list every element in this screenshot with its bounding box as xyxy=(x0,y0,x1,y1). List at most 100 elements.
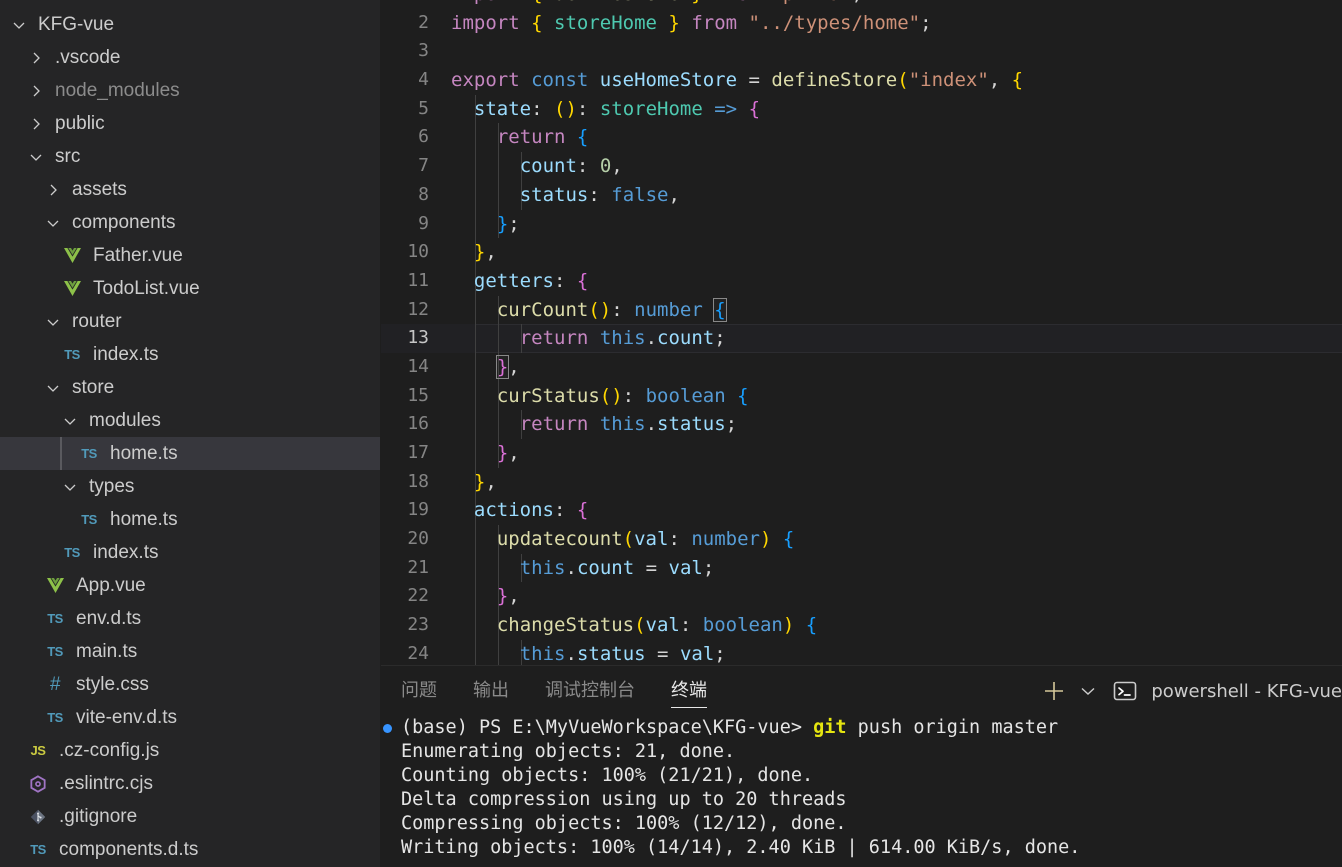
tree-item-label: .cz-config.js xyxy=(59,739,160,761)
code-line[interactable]: 17 }, xyxy=(381,439,1342,468)
code-line[interactable]: 4 export const useHomeStore = defineStore… xyxy=(381,66,1342,95)
tree-folder-store[interactable]: store xyxy=(0,371,381,404)
tree-twisty[interactable] xyxy=(25,146,47,168)
line-content: }, xyxy=(473,241,497,264)
tree-folder-vscode[interactable]: .vscode xyxy=(0,41,381,74)
code-line[interactable]: 22 }, xyxy=(381,582,1342,612)
line-content: getters: { xyxy=(473,269,589,292)
tree-folder-src[interactable]: src xyxy=(0,140,381,173)
code-line[interactable]: 10 }, xyxy=(381,238,1342,267)
line-content: this.status = val; xyxy=(519,642,726,665)
line-number: 13 xyxy=(407,327,429,349)
tree-item-label: .eslintrc.cjs xyxy=(59,772,153,794)
terminal-output[interactable]: (base) PS E:\MyVueWorkspace\KFG-vue> git… xyxy=(381,716,1342,860)
sidebar-scrollbar[interactable] xyxy=(371,0,381,867)
tree-file-homets[interactable]: TS home.ts xyxy=(0,437,381,470)
new-terminal-button[interactable] xyxy=(1037,674,1071,708)
tree-twisty[interactable] xyxy=(25,80,47,102)
main-area: 1import { defineStore } from "pinia"; 2 im… xyxy=(381,0,1342,867)
tree-twisty[interactable] xyxy=(42,179,64,201)
line-number: 3 xyxy=(418,40,429,62)
tree-folder-nodemodules[interactable]: node_modules xyxy=(0,74,381,107)
tree-folder-components[interactable]: components xyxy=(0,206,381,239)
panel-tab-2[interactable]: 调试控制台 xyxy=(545,666,635,716)
tree-twisty[interactable] xyxy=(59,476,81,498)
code-line[interactable]: 14 }, xyxy=(381,352,1342,382)
code-line[interactable]: 1import { defineStore } from "pinia"; xyxy=(381,0,1342,9)
tree-file-gitignore[interactable]: .gitignore xyxy=(0,800,381,833)
tree-twisty[interactable] xyxy=(25,47,47,69)
tree-folder-types[interactable]: types xyxy=(0,470,381,503)
tree-file-indexts[interactable]: TS index.ts xyxy=(0,338,381,371)
chevron-right-icon xyxy=(50,184,57,195)
code-line[interactable]: 18 }, xyxy=(381,467,1342,497)
tree-twisty[interactable] xyxy=(42,212,64,234)
tree-folder-router[interactable]: router xyxy=(0,305,381,338)
code-line[interactable]: 15 curStatus(): boolean { xyxy=(381,381,1342,411)
tree-twisty[interactable] xyxy=(25,113,47,135)
tree-file-fathervue[interactable]: Father.vue xyxy=(0,239,381,272)
tree-twisty[interactable] xyxy=(59,410,81,432)
new-terminal-dropdown-button[interactable] xyxy=(1071,674,1105,708)
code-line[interactable]: 7 count: 0, xyxy=(381,152,1342,181)
line-number: 15 xyxy=(407,384,429,406)
tree-folder-public[interactable]: public xyxy=(0,107,381,140)
tree-file-viteenvdts[interactable]: TS vite-env.d.ts xyxy=(0,701,381,734)
panel-tab-1[interactable]: 输出 xyxy=(473,666,509,716)
tree-file-todolistvue[interactable]: TodoList.vue xyxy=(0,272,381,305)
code-line[interactable]: 5 state: (): storeHome => { xyxy=(381,94,1342,124)
typescript-file-icon: TS xyxy=(81,512,97,527)
tree-item-label: components.d.ts xyxy=(59,838,199,860)
tree-item-label: KFG-vue xyxy=(38,13,115,35)
tree-file-czconfigjs[interactable]: JS .cz-config.js xyxy=(0,734,381,767)
panel-tab-0[interactable]: 问题 xyxy=(401,666,437,716)
code-editor[interactable]: 1import { defineStore } from "pinia"; 2 im… xyxy=(381,0,1342,665)
line-number: 10 xyxy=(407,241,429,263)
tree-folder-assets[interactable]: assets xyxy=(0,173,381,206)
code-line[interactable]: 24 this.status = val; xyxy=(381,639,1342,665)
line-content: curStatus(): boolean { xyxy=(496,384,749,407)
tree-folder-vscode[interactable]: .vscode xyxy=(0,0,381,8)
tree-item-label: style.css xyxy=(76,673,149,695)
typescript-file-icon: TS xyxy=(81,446,97,461)
tree-item-label: router xyxy=(72,310,122,332)
code-line[interactable]: 16 return this.status; xyxy=(381,410,1342,439)
tree-file-envdts[interactable]: TS env.d.ts xyxy=(0,602,381,635)
line-content: updatecount(val: number) { xyxy=(496,528,795,551)
javascript-file-icon: JS xyxy=(30,743,46,758)
tree-file-maints[interactable]: TS main.ts xyxy=(0,635,381,668)
tree-folder-kfgvue[interactable]: KFG-vue xyxy=(0,8,381,41)
active-terminal-name[interactable]: powershell - KFG-vue xyxy=(1151,681,1342,702)
tree-folder-modules[interactable]: modules xyxy=(0,404,381,437)
tree-file-stylecss[interactable]: # style.css xyxy=(0,668,381,701)
tree-twisty[interactable] xyxy=(42,311,64,333)
tree-file-componentsdts[interactable]: TS components.d.ts xyxy=(0,833,381,866)
code-line[interactable]: 12 curCount(): number { xyxy=(381,295,1342,325)
vue-file-icon xyxy=(59,280,85,297)
code-line[interactable]: 9 }; xyxy=(381,209,1342,239)
tree-item-label: index.ts xyxy=(93,541,159,563)
tree-file-homets[interactable]: TS home.ts xyxy=(0,503,381,536)
code-line[interactable]: 3 xyxy=(381,37,1342,66)
code-line[interactable]: 13 return this.count; xyxy=(381,324,1342,353)
panel-tab-3[interactable]: 终端 xyxy=(671,666,707,716)
terminal-output-line: Enumerating objects: 21, done. xyxy=(401,741,736,762)
code-line[interactable]: 19 actions: { xyxy=(381,496,1342,526)
typescript-file-icon: TS xyxy=(47,611,63,626)
tree-twisty[interactable] xyxy=(25,0,47,3)
code-line[interactable]: 21 this.count = val; xyxy=(381,553,1342,583)
active-terminal-icon-wrap[interactable] xyxy=(1105,674,1145,708)
tree-file-indexts[interactable]: TS index.ts xyxy=(0,536,381,569)
tree-twisty[interactable] xyxy=(8,14,30,36)
tree-twisty[interactable] xyxy=(42,377,64,399)
code-line[interactable]: 20 updatecount(val: number) { xyxy=(381,525,1342,554)
tree-item-label: public xyxy=(55,112,105,134)
terminal-icon xyxy=(1114,681,1137,701)
tree-file-appvue[interactable]: App.vue xyxy=(0,569,381,602)
code-line[interactable]: 2 import { storeHome } from "../types/hom… xyxy=(381,9,1342,38)
code-line[interactable]: 11 getters: { xyxy=(381,266,1342,296)
tree-file-eslintrccjs[interactable]: .eslintrc.cjs xyxy=(0,767,381,800)
code-line[interactable]: 6 return { xyxy=(381,123,1342,153)
code-line[interactable]: 23 changeStatus(val: boolean) { xyxy=(381,611,1342,640)
code-line[interactable]: 8 status: false, xyxy=(381,180,1342,210)
